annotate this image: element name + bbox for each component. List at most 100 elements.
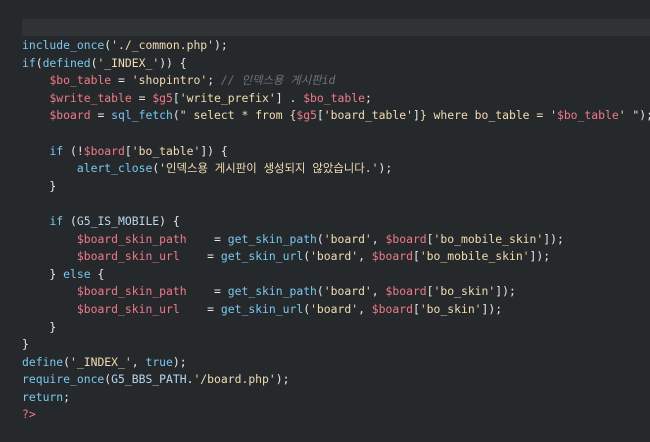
code-token: return [22,389,64,404]
code-token: ) { [159,213,180,228]
code-line[interactable]: define('_INDEX_', true); [22,354,650,372]
code-token: 'board_table' [323,108,413,123]
code-token: $board_skin_url [76,249,180,264]
code-token: ; [207,73,221,88]
code-token: ?> [22,407,36,422]
current-line-highlight [22,19,650,36]
code-token: ]); [481,301,503,316]
code-line[interactable] [22,125,650,143]
code-token: " select * from { [179,108,297,123]
code-token: '인덱스용 게시판이 생성되지 않았습니다.' [159,161,379,176]
code-token: } where bo_table = ' [419,108,557,123]
code-token: $board [385,231,427,246]
code-token: 'board' [323,231,372,246]
code-token: , [358,249,372,264]
code-token: [ [316,108,324,123]
code-line[interactable]: $board_skin_path = get_skin_path('board'… [22,231,650,249]
code-token: [ [426,284,434,299]
code-token: true [145,354,173,369]
code-token: = [179,249,221,264]
code-token: $g5 [152,90,173,105]
code-line[interactable]: $board_skin_url = get_skin_url('board', … [22,301,650,319]
code-token: = [186,284,228,299]
code-line[interactable]: return; [22,389,650,407]
code-line[interactable]: if (G5_IS_MOBILE) { [22,213,650,231]
code-line[interactable]: include_once('./_common.php'); [22,37,650,55]
code-token: $board_skin_path [76,231,187,246]
code-token: 'board' [310,249,359,264]
code-token: [ [124,143,132,158]
code-token: $board [83,143,125,158]
code-token: ( [63,213,77,228]
code-token: = [111,73,132,88]
code-token: alert_close [76,161,153,176]
code-token: 'bo_mobile_skin' [433,231,544,246]
code-token: } [22,178,57,193]
code-token: = [90,108,112,123]
code-token: ; [364,90,372,105]
code-token: $bo_table [303,90,365,105]
code-line[interactable]: if (!$board['bo_table']) { [22,143,650,161]
code-token: $board [385,284,427,299]
code-token: ]); [495,284,516,299]
code-token: ); [275,372,290,387]
code-token: [ [412,301,420,316]
code-line[interactable]: $board_skin_url = get_skin_url('board', … [22,248,650,266]
code-token: = [186,231,228,246]
code-line[interactable]: ?> [22,406,650,424]
code-token: include_once [22,38,105,52]
code-token: , [371,284,386,299]
code-line[interactable]: $write_table = $g5['write_prefix'] . $bo… [22,90,650,108]
code-token: $board [49,108,91,123]
code-token: G5_IS_MOBILE [76,213,160,228]
code-token: '_INDEX_' [97,55,160,70]
code-token: ( [35,55,43,70]
code-token: } [22,337,29,352]
code-token: , [131,354,146,369]
code-token: 'bo_skin' [433,284,496,299]
code-token: ; [63,389,71,404]
code-token: ] . [275,90,304,105]
code-token: , [358,301,372,316]
code-editor[interactable]: include_once('./_common.php'); if(defined… [0,0,650,442]
code-token: [ [172,90,180,105]
code-line[interactable]: require_once(G5_BBS_PATH.'/board.php'); [22,371,650,389]
code-token: sql_fetch [111,108,173,123]
code-line[interactable]: $board_skin_path = get_skin_path('board'… [22,283,650,301]
code-token: '_INDEX_' [70,354,132,369]
code-token: get_skin_url [220,249,304,264]
code-line[interactable]: } [22,336,650,354]
code-line[interactable]: } [22,178,650,196]
code-line[interactable] [22,195,650,213]
code-token: ); [639,108,650,123]
code-token: ); [378,161,393,176]
code-line[interactable]: $board = sql_fetch(" select * from {$g5[… [22,107,650,125]
code-token: if [22,55,36,70]
code-line[interactable]: if(defined('_INDEX_')) { [22,55,650,73]
code-token: // 인덱스용 게시판id [220,73,336,88]
code-token: ); [172,354,187,369]
code-token: } [22,266,64,281]
code-token: ]); [543,231,564,246]
code-line[interactable]: } else { [22,266,650,284]
code-line[interactable]: alert_close('인덱스용 게시판이 생성되지 않았습니다.'); [22,160,650,178]
code-token: { [90,266,105,281]
code-token: get_skin_url [220,301,304,316]
code-token: [ [426,231,434,246]
code-token: ( [63,354,71,369]
code-line[interactable]: } [22,319,650,337]
code-token: 'board' [310,301,359,316]
code-token: '/board.php' [193,372,276,387]
code-token: 'bo_skin' [419,301,482,316]
code-token: ] [412,108,420,123]
code-area[interactable]: include_once('./_common.php'); if(defined… [22,37,650,424]
code-line[interactable]: $bo_table = 'shopintro'; // 인덱스용 게시판id [22,72,650,90]
